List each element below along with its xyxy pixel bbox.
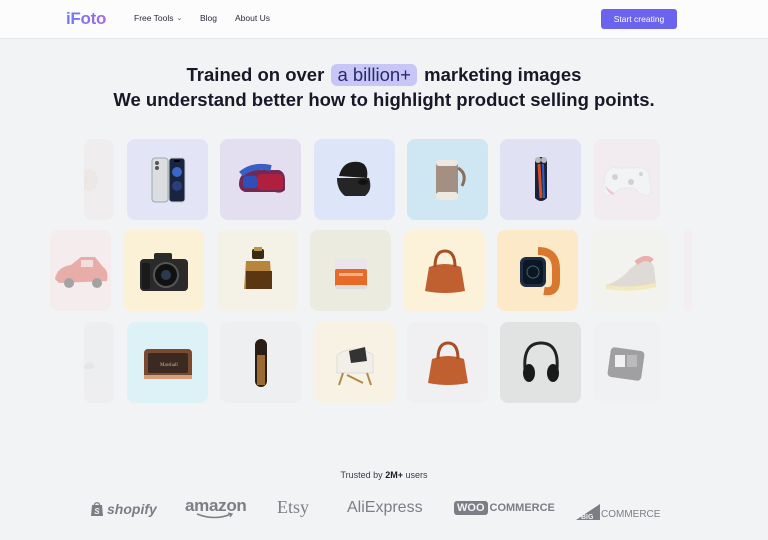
- product-tile-earbuds-case: [314, 139, 395, 220]
- product-tile-handbag: [404, 230, 485, 311]
- brand-logo-aliexpress: AliExpress: [347, 499, 423, 516]
- car-icon: [54, 256, 107, 288]
- tube-icon: [254, 338, 267, 387]
- product-tile-mouse-partial: [84, 322, 114, 403]
- headline-suffix: marketing images: [424, 64, 582, 85]
- start-creating-button[interactable]: Start creating: [601, 9, 677, 29]
- product-tile-headphones: [500, 322, 581, 403]
- product-tile-watch-band-partial: [84, 139, 114, 220]
- shopify-wordmark: shopify: [107, 501, 157, 517]
- trusted-suffix: users: [405, 470, 428, 480]
- brand-logo-bigcommerce: BIG COMMERCE: [576, 504, 660, 520]
- product-tile-hair-tool: [220, 322, 301, 403]
- product-tile-bluetooth-speaker: [407, 139, 488, 220]
- product-tile-partial: [684, 230, 692, 311]
- trusted-by-text: Trusted by 2M+ users: [0, 470, 768, 480]
- brand-logo-etsy: Etsy: [277, 497, 310, 517]
- woo-commerce-text: COMMERCE: [489, 502, 555, 514]
- headline-prefix: Trained on over: [186, 64, 325, 85]
- headline-line-2: We understand better how to highlight pr…: [113, 89, 655, 110]
- product-tile-toy-car: [50, 230, 111, 311]
- headline-line-1: Trained on over a billion+ marketing ima…: [0, 64, 768, 86]
- product-tile-camera: [123, 230, 204, 311]
- camera-icon: [139, 252, 188, 291]
- trusted-count: 2M+: [385, 470, 403, 480]
- sneaker-icon: [605, 255, 657, 291]
- nav-about-us[interactable]: About Us: [235, 13, 270, 23]
- device-icon: [607, 346, 645, 381]
- product-tile-radio-speaker: Marshall: [127, 322, 208, 403]
- handbag-icon: [424, 248, 465, 293]
- watch-icon: [519, 246, 560, 295]
- woo-badge: WOO: [454, 501, 488, 515]
- product-tile-game-controller: [594, 139, 660, 220]
- handbag-icon: [427, 340, 468, 385]
- vr-headset-icon: [238, 163, 285, 193]
- product-tile-smartphone: [127, 139, 208, 220]
- shopify-bag-icon: S: [91, 502, 103, 516]
- product-tile-armchair: [314, 322, 395, 403]
- product-tile-gadget: [594, 322, 660, 403]
- trusted-prefix: Trusted by: [340, 470, 383, 480]
- product-tile-cream-jar: [310, 230, 391, 311]
- svg-text:S: S: [94, 507, 100, 516]
- product-tile-black-handbag: [407, 322, 488, 403]
- blank-icon: [684, 241, 692, 301]
- headline-highlight: a billion+: [331, 64, 417, 86]
- headphones-icon: [522, 340, 559, 382]
- nav-blog[interactable]: Blog: [200, 13, 217, 23]
- chevron-down-icon: ⌄: [176, 15, 183, 22]
- svg-text:BIG: BIG: [581, 514, 594, 520]
- radio-icon: Marshall: [143, 348, 192, 379]
- jar-icon: [334, 258, 367, 289]
- product-tile-electric-shaver: [500, 139, 581, 220]
- mouse-icon: [84, 361, 94, 369]
- product-tile-smartwatch: [497, 230, 578, 311]
- smartphone-icon: [151, 157, 185, 202]
- bigcommerce-text: COMMERCE: [601, 509, 661, 520]
- chair-icon: [336, 346, 373, 385]
- brand-logo-shopify: S shopify: [90, 501, 157, 517]
- product-tile-vr-headset: [220, 139, 301, 220]
- amazon-smile-icon: [196, 512, 234, 519]
- shaver-icon: [534, 156, 547, 201]
- brand-logo-amazon: amazon: [185, 496, 247, 519]
- bigcommerce-triangle-icon: BIG: [576, 504, 600, 520]
- speaker-icon: [435, 159, 466, 200]
- nav-free-tools[interactable]: Free Tools ⌄: [134, 13, 182, 23]
- top-nav: iFoto Free Tools ⌄ Blog About Us Start cr…: [0, 0, 768, 39]
- controller-icon: [602, 166, 652, 196]
- product-tile-sneaker: [591, 230, 669, 311]
- nav-free-tools-label: Free Tools: [134, 13, 174, 23]
- svg-text:Marshall: Marshall: [160, 363, 178, 368]
- round-object-icon: [84, 168, 98, 191]
- logo[interactable]: iFoto: [66, 9, 106, 29]
- product-tile-perfume: [217, 230, 298, 311]
- perfume-icon: [243, 246, 272, 289]
- earbuds-icon: [336, 161, 370, 196]
- brand-logo-woocommerce: WOO COMMERCE: [454, 501, 555, 515]
